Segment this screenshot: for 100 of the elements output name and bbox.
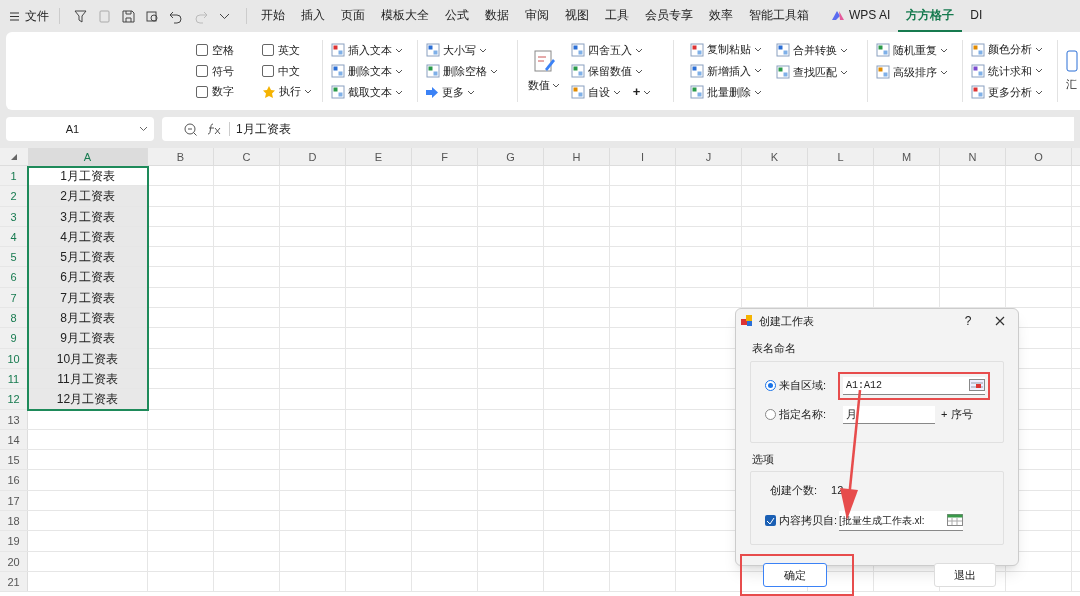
ribbon-tool[interactable]: 截取文本 <box>330 82 410 102</box>
ribbon-tool[interactable]: 保留数值 <box>570 61 665 81</box>
row-header[interactable]: 21 <box>0 571 28 592</box>
ribbon-tool[interactable]: 删除空格 <box>426 61 509 81</box>
row-header[interactable]: 11 <box>0 368 28 389</box>
checkbox[interactable]: 内容拷贝自: <box>765 512 838 529</box>
column-header[interactable]: H <box>544 148 610 165</box>
row-header[interactable]: 18 <box>0 511 28 531</box>
dialog-button[interactable]: 确定 <box>763 563 827 587</box>
row-header[interactable]: 7 <box>0 287 28 308</box>
radio-button[interactable]: 来自区域: <box>765 377 827 394</box>
ribbon-tool[interactable]: 查找匹配 <box>776 62 859 82</box>
checkbox[interactable]: 空格 <box>196 40 248 61</box>
ribbon-tool[interactable]: 新增插入 <box>689 61 773 81</box>
menu-tab[interactable]: 页面 <box>333 0 373 32</box>
ribbon-tool[interactable]: 四舍五入 <box>570 40 665 60</box>
help-button[interactable]: ? <box>958 312 978 330</box>
column-header[interactable]: N <box>940 148 1006 165</box>
row-header[interactable]: 19 <box>0 531 28 551</box>
column-header[interactable]: O <box>1006 148 1072 165</box>
menu-tab[interactable]: WPS AI <box>823 0 899 32</box>
ribbon-tool[interactable]: 更多 <box>426 82 509 102</box>
menu-tab[interactable]: 视图 <box>557 0 597 32</box>
ribbon-tool[interactable]: 大小写 <box>426 40 509 60</box>
row-header[interactable]: 8 <box>0 308 28 328</box>
row-header[interactable]: 13 <box>0 409 28 429</box>
row-header[interactable]: 14 <box>0 429 28 450</box>
checkbox[interactable]: 数字 <box>196 81 248 102</box>
ribbon-tool[interactable]: 更多分析 <box>970 82 1050 102</box>
row-header[interactable]: 10 <box>0 348 28 368</box>
checkbox[interactable]: 英文 <box>262 40 314 61</box>
column-header[interactable]: J <box>676 148 742 165</box>
menu-tab[interactable]: 模板大全 <box>373 0 437 32</box>
ribbon-tool[interactable]: 删除文本 <box>330 61 410 81</box>
table-cell[interactable]: 2月工资表 <box>28 186 148 206</box>
column-header[interactable]: F <box>412 148 478 165</box>
column-header[interactable]: M <box>874 148 940 165</box>
row-header[interactable]: 9 <box>0 328 28 348</box>
table-cell[interactable]: 12月工资表 <box>28 389 148 409</box>
execute-button[interactable]: 执行 <box>262 81 314 102</box>
row-header[interactable]: 1 <box>0 166 28 186</box>
menu-tab[interactable]: 插入 <box>293 0 333 32</box>
caret-icon <box>394 47 403 53</box>
menu-tab[interactable]: 公式 <box>437 0 477 32</box>
ribbon-tool[interactable]: 高级排序 <box>875 62 954 82</box>
row-header[interactable]: 2 <box>0 186 28 206</box>
ribbon-tool[interactable]: 自设 <box>570 82 621 102</box>
menu-tab[interactable]: DI <box>962 0 991 32</box>
column-header[interactable]: A <box>28 148 148 165</box>
checkbox[interactable]: 符号 <box>196 60 248 82</box>
row-header[interactable]: 16 <box>0 470 28 490</box>
menu-tab[interactable]: 开始 <box>253 0 293 32</box>
column-header[interactable]: C <box>214 148 280 165</box>
name-field[interactable]: 月 <box>843 405 936 424</box>
file-menu[interactable]: 文件 <box>10 7 49 25</box>
ribbon-tool[interactable]: 合并转换 <box>776 40 859 60</box>
column-header[interactable]: L <box>808 148 874 165</box>
menu-tab[interactable]: 工具 <box>597 0 637 32</box>
name-box[interactable]: A1 <box>6 117 154 141</box>
ribbon-tool[interactable]: 随机重复 <box>875 40 954 60</box>
table-cell[interactable]: 6月工资表 <box>28 267 148 287</box>
add-button[interactable]: + <box>632 82 652 102</box>
column-header[interactable]: D <box>280 148 346 165</box>
table-cell[interactable]: 5月工资表 <box>28 247 148 267</box>
column-header[interactable]: G <box>478 148 544 165</box>
ribbon-tool[interactable]: 复制粘贴 <box>689 40 773 60</box>
formula-bar[interactable]: 1月工资表 <box>162 117 1074 141</box>
row-header[interactable]: 3 <box>0 206 28 226</box>
grid-icon <box>776 43 791 57</box>
menu-tab[interactable]: 智能工具箱 <box>741 0 817 32</box>
table-cell[interactable]: 8月工资表 <box>28 308 148 328</box>
menu-tab[interactable]: 效率 <box>701 0 741 32</box>
row-header[interactable]: 20 <box>0 551 28 571</box>
row-header[interactable]: 5 <box>0 247 28 267</box>
source-field[interactable]: [批量生成工作表.xl: <box>839 510 964 531</box>
checkbox[interactable]: 中文 <box>262 60 314 82</box>
menu-tab[interactable]: 数据 <box>477 0 517 32</box>
table-cell[interactable]: 9月工资表 <box>28 328 148 348</box>
number-button[interactable]: 数值 <box>525 40 563 102</box>
ribbon-tool[interactable]: 颜色分析 <box>970 40 1050 60</box>
menu-tab[interactable]: 会员专享 <box>637 0 701 32</box>
chevron-down-icon <box>139 126 148 132</box>
dialog-button[interactable]: 退出 <box>934 563 996 587</box>
row-header[interactable]: 4 <box>0 226 28 247</box>
ribbon-tool[interactable]: 插入文本 <box>330 40 410 60</box>
range-field[interactable]: A1:A12 <box>843 376 986 395</box>
radio-button[interactable]: 指定名称: <box>765 406 827 423</box>
column-header[interactable]: B <box>148 148 214 165</box>
row-header[interactable]: 17 <box>0 490 28 511</box>
ribbon-tool[interactable]: 统计求和 <box>970 61 1050 81</box>
column-header[interactable]: E <box>346 148 412 165</box>
menu-tab[interactable]: 审阅 <box>517 0 557 32</box>
row-header[interactable]: 6 <box>0 267 28 287</box>
ribbon-tool[interactable]: 批量删除 <box>689 82 773 102</box>
summary-button[interactable]: 汇 <box>1066 40 1080 102</box>
function-icon[interactable] <box>207 123 221 135</box>
column-header[interactable]: I <box>610 148 676 165</box>
column-header[interactable]: K <box>742 148 808 165</box>
row-header[interactable]: 12 <box>0 389 28 409</box>
row-header[interactable]: 15 <box>0 450 28 470</box>
